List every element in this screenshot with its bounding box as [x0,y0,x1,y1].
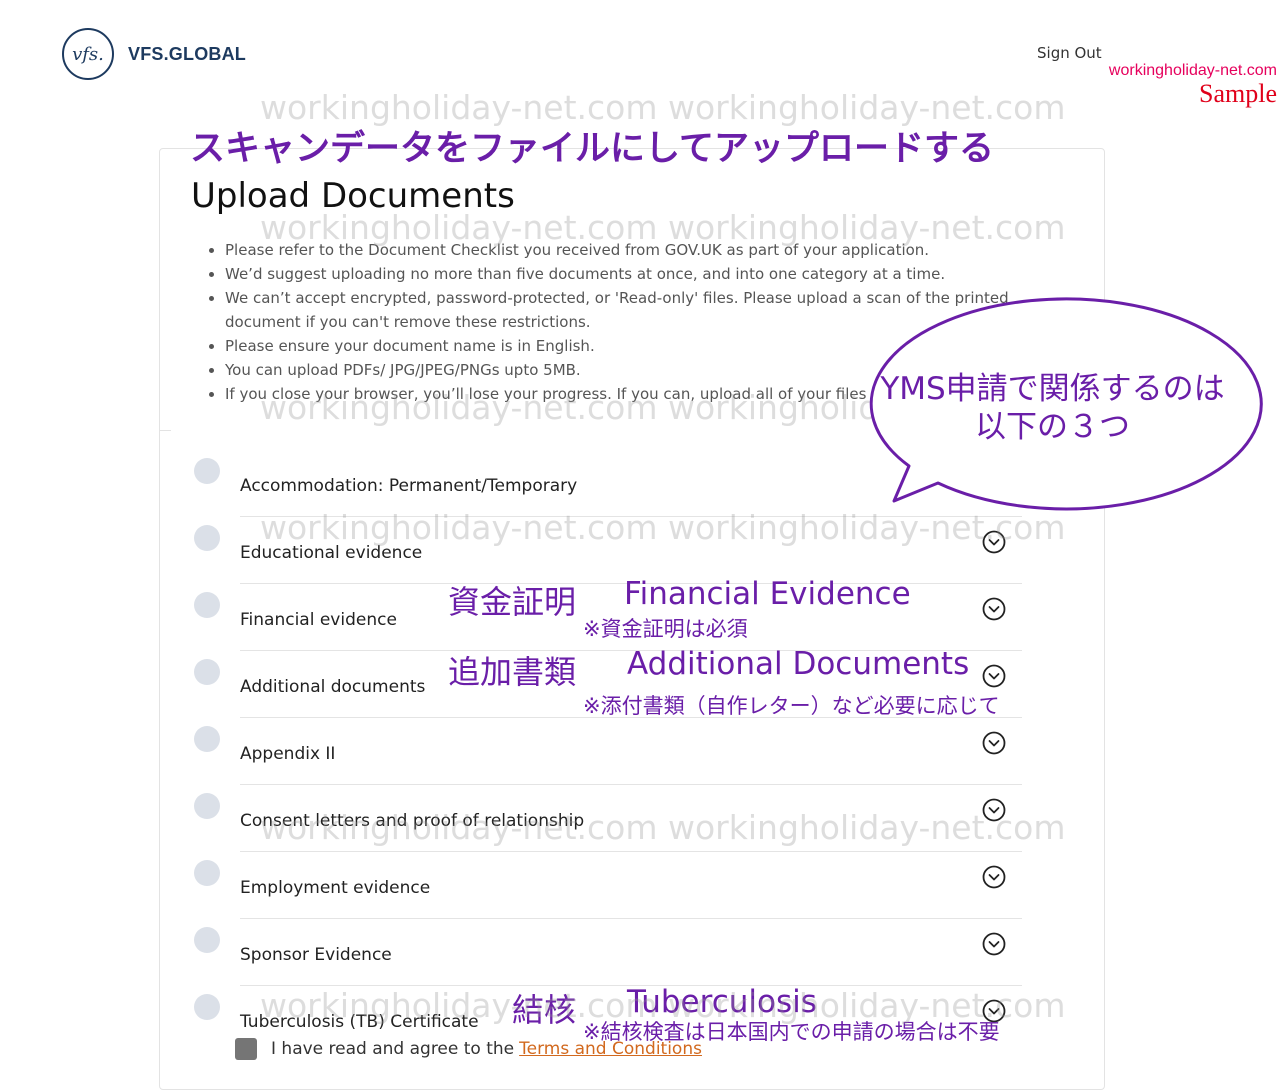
chevron-down-icon[interactable] [982,664,1006,688]
category-row-accommodation[interactable]: Accommodation: Permanent/Temporary [190,450,1022,517]
bubble-line: 以下の３つ [975,409,1130,445]
chevron-down-icon[interactable] [982,530,1006,554]
category-row-educational[interactable]: Educational evidence [190,517,1022,584]
logo-text: VFS.GLOBAL [128,43,246,64]
annotation-additional-en: Additional Documents [627,646,970,682]
category-label: Financial evidence [240,610,397,630]
terms-checkbox[interactable] [235,1038,257,1060]
card-divider [159,430,171,431]
category-row-sponsor[interactable]: Sponsor Evidence [190,919,1022,986]
chevron-down-icon[interactable] [982,731,1006,755]
category-label: Appendix II [240,744,336,764]
category-radio[interactable] [194,458,220,484]
category-label: Additional documents [240,677,426,697]
annotation-tb-note: ※結核検査は日本国内での申請の場合は不要 [583,1020,1000,1044]
category-radio[interactable] [194,726,220,752]
logo-mark: vfs. [62,28,114,80]
annotation-financial-en: Financial Evidence [624,576,911,612]
annotation-tb-jp: 結核 [512,991,577,1029]
annotation-heading: スキャンデータをファイルにしてアップロードする [190,129,994,169]
agreement-text: I have read and agree to the [271,1039,515,1059]
category-label: Tuberculosis (TB) Certificate [240,1012,479,1032]
sign-out-button[interactable]: Sign Out [1037,44,1102,62]
category-row-appendix[interactable]: Appendix II [190,718,1022,785]
category-radio[interactable] [194,793,220,819]
site-credit: workingholiday-net.com [1108,62,1277,79]
instruction-item: Please ensure your document name is in E… [225,334,1055,358]
category-radio[interactable] [194,994,220,1020]
category-radio[interactable] [194,592,220,618]
category-row-employment[interactable]: Employment evidence [190,852,1022,919]
vfs-logo[interactable]: vfs. VFS.GLOBAL [62,28,246,80]
category-label: Employment evidence [240,878,431,898]
category-label: Consent letters and proof of relationshi… [240,811,585,831]
annotation-additional-jp: 追加書類 [448,653,577,691]
category-radio[interactable] [194,860,220,886]
annotation-financial-jp: 資金証明 [448,583,577,621]
annotation-additional-note: ※添付書類（自作レター）など必要に応じて [583,694,1000,718]
category-radio[interactable] [194,659,220,685]
speech-bubble-text: YMS申請で関係するのは 以下の３つ [860,370,1245,446]
category-radio[interactable] [194,525,220,551]
instruction-item: Please refer to the Document Checklist y… [225,238,1055,262]
category-radio[interactable] [194,927,220,953]
bubble-line: YMS申請で関係するのは [880,371,1225,407]
instruction-item: We can’t accept encrypted, password-prot… [225,286,1055,334]
page-title: Upload Documents [191,176,515,216]
category-label: Educational evidence [240,543,423,563]
chevron-down-icon[interactable] [982,932,1006,956]
category-row-consent[interactable]: Consent letters and proof of relationshi… [190,785,1022,852]
chevron-down-icon[interactable] [982,865,1006,889]
instruction-item: We’d suggest uploading no more than five… [225,262,1055,286]
annotation-financial-note: ※資金証明は必須 [583,617,748,641]
category-label: Accommodation: Permanent/Temporary [240,476,578,496]
chevron-down-icon[interactable] [982,798,1006,822]
category-label: Sponsor Evidence [240,945,392,965]
sample-tag: Sample [1199,79,1277,108]
annotation-tb-en: Tuberculosis [627,984,817,1020]
chevron-down-icon[interactable] [982,597,1006,621]
